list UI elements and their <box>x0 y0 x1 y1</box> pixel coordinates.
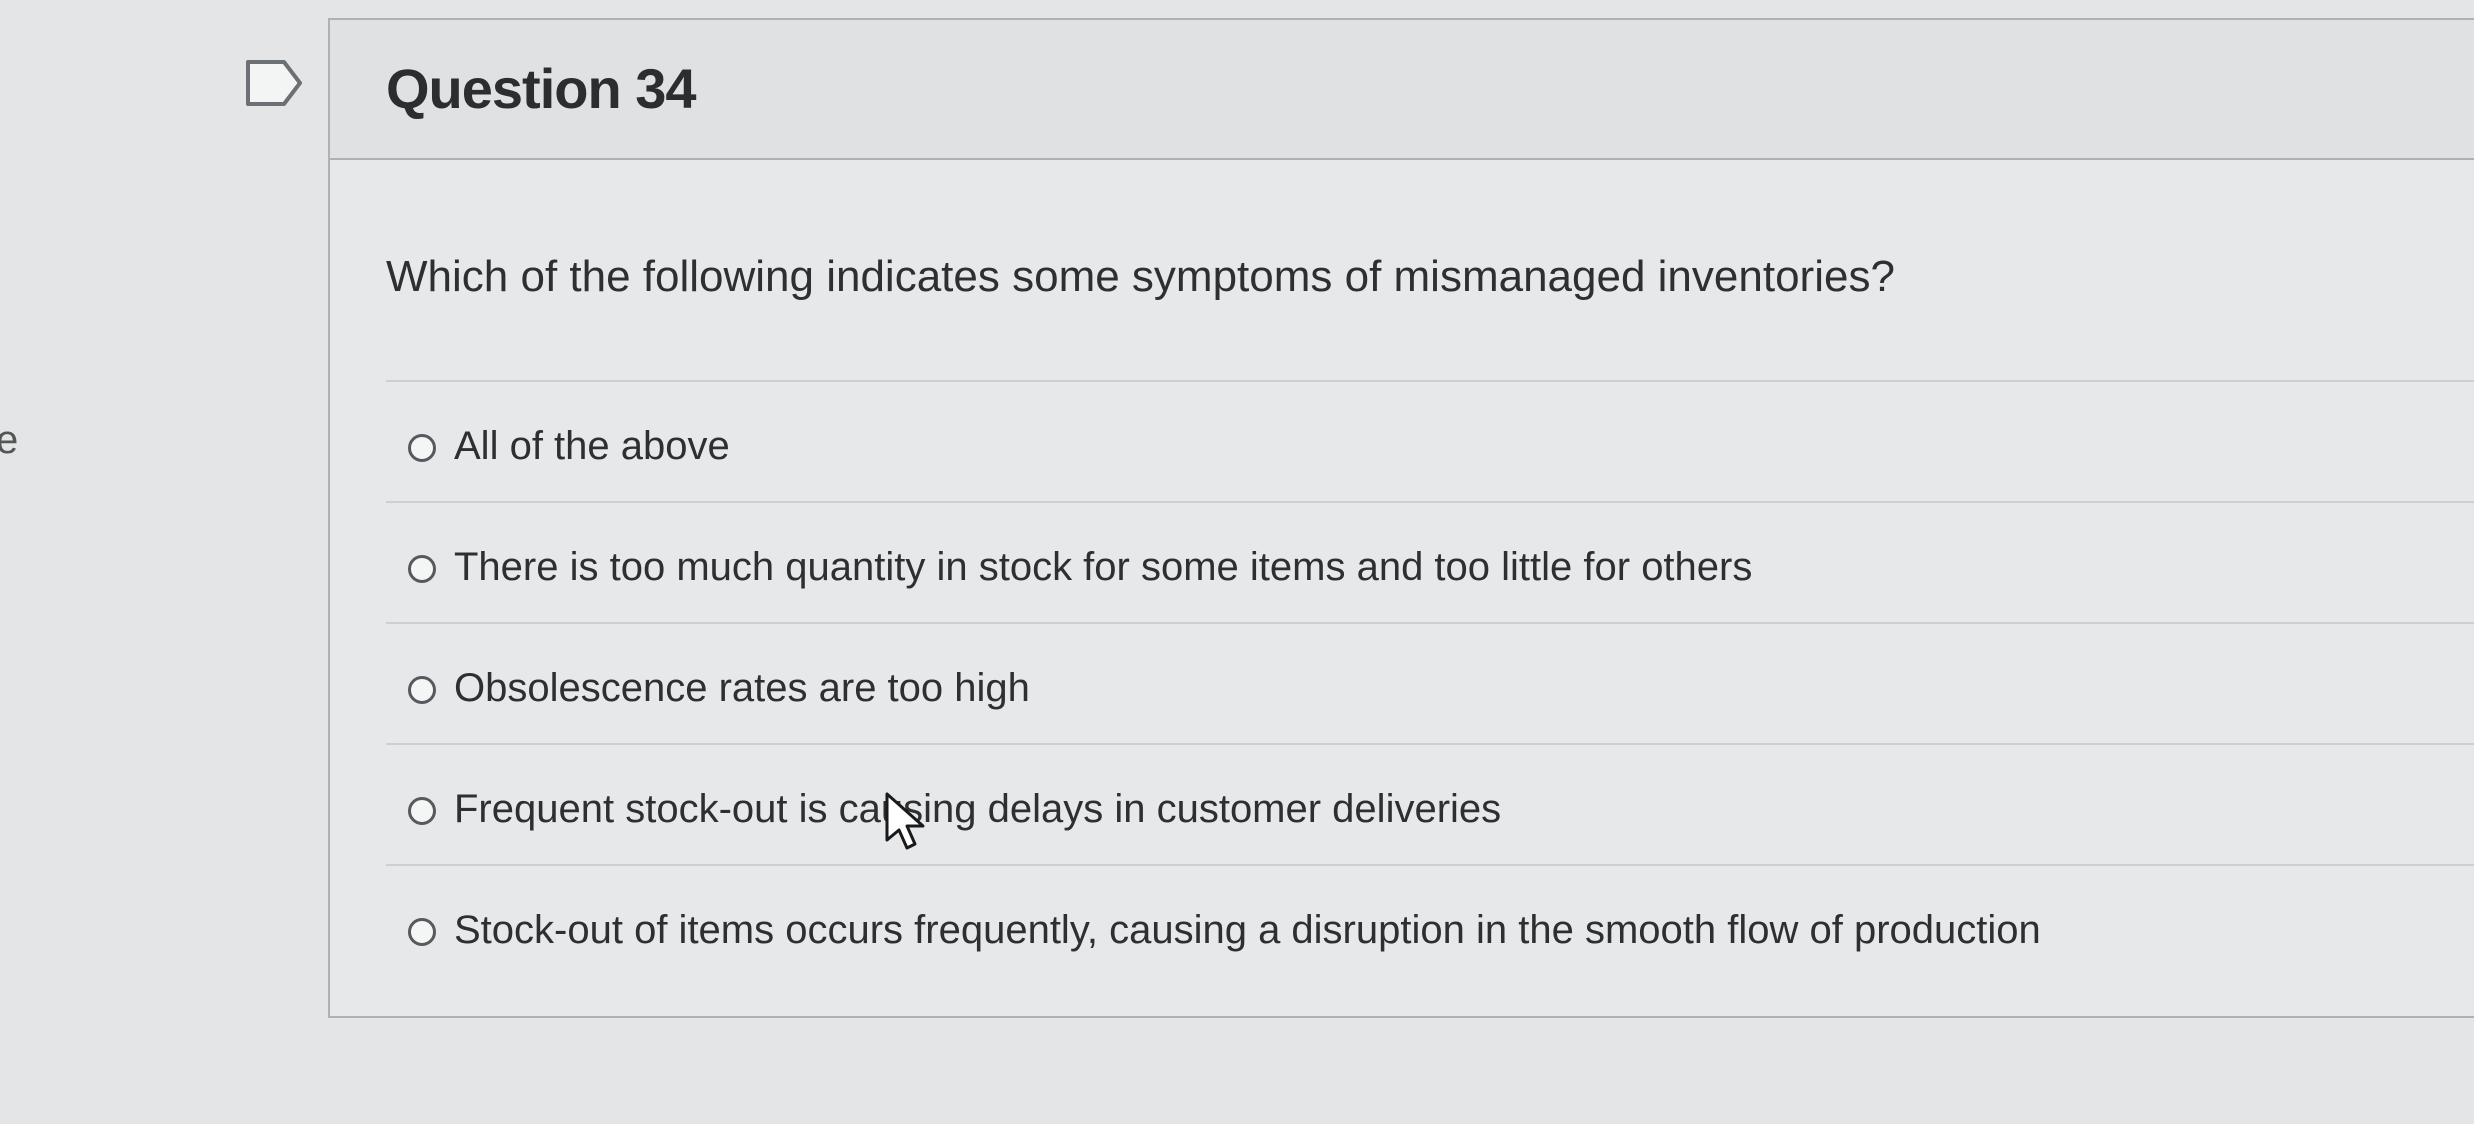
radio-icon[interactable] <box>408 676 436 704</box>
answer-list: All of the above There is too much quant… <box>386 380 2474 985</box>
radio-icon[interactable] <box>408 434 436 462</box>
question-number: Question 34 <box>386 57 697 120</box>
answer-option[interactable]: Stock-out of items occurs frequently, ca… <box>386 864 2474 985</box>
question-prompt: Which of the following indicates some sy… <box>386 252 1895 301</box>
answer-label[interactable]: Obsolescence rates are too high <box>454 666 1030 711</box>
answer-label[interactable]: All of the above <box>454 424 730 469</box>
answer-option[interactable]: All of the above <box>386 380 2474 501</box>
answer-option[interactable]: Frequent stock-out is causing delays in … <box>386 743 2474 864</box>
answer-option[interactable]: Obsolescence rates are too high <box>386 622 2474 743</box>
answer-label[interactable]: Frequent stock-out is causing delays in … <box>454 787 1501 832</box>
radio-icon[interactable] <box>408 555 436 583</box>
radio-icon[interactable] <box>408 797 436 825</box>
edge-text: e <box>0 418 19 462</box>
question-card: Question 34 Which of the following indic… <box>328 18 2474 1018</box>
answer-label[interactable]: There is too much quantity in stock for … <box>454 545 1752 590</box>
question-header: Question 34 <box>330 20 2474 160</box>
radio-icon[interactable] <box>408 918 436 946</box>
answer-label[interactable]: Stock-out of items occurs frequently, ca… <box>454 908 2041 953</box>
answer-option[interactable]: There is too much quantity in stock for … <box>386 501 2474 622</box>
flag-question-icon[interactable] <box>244 58 304 108</box>
